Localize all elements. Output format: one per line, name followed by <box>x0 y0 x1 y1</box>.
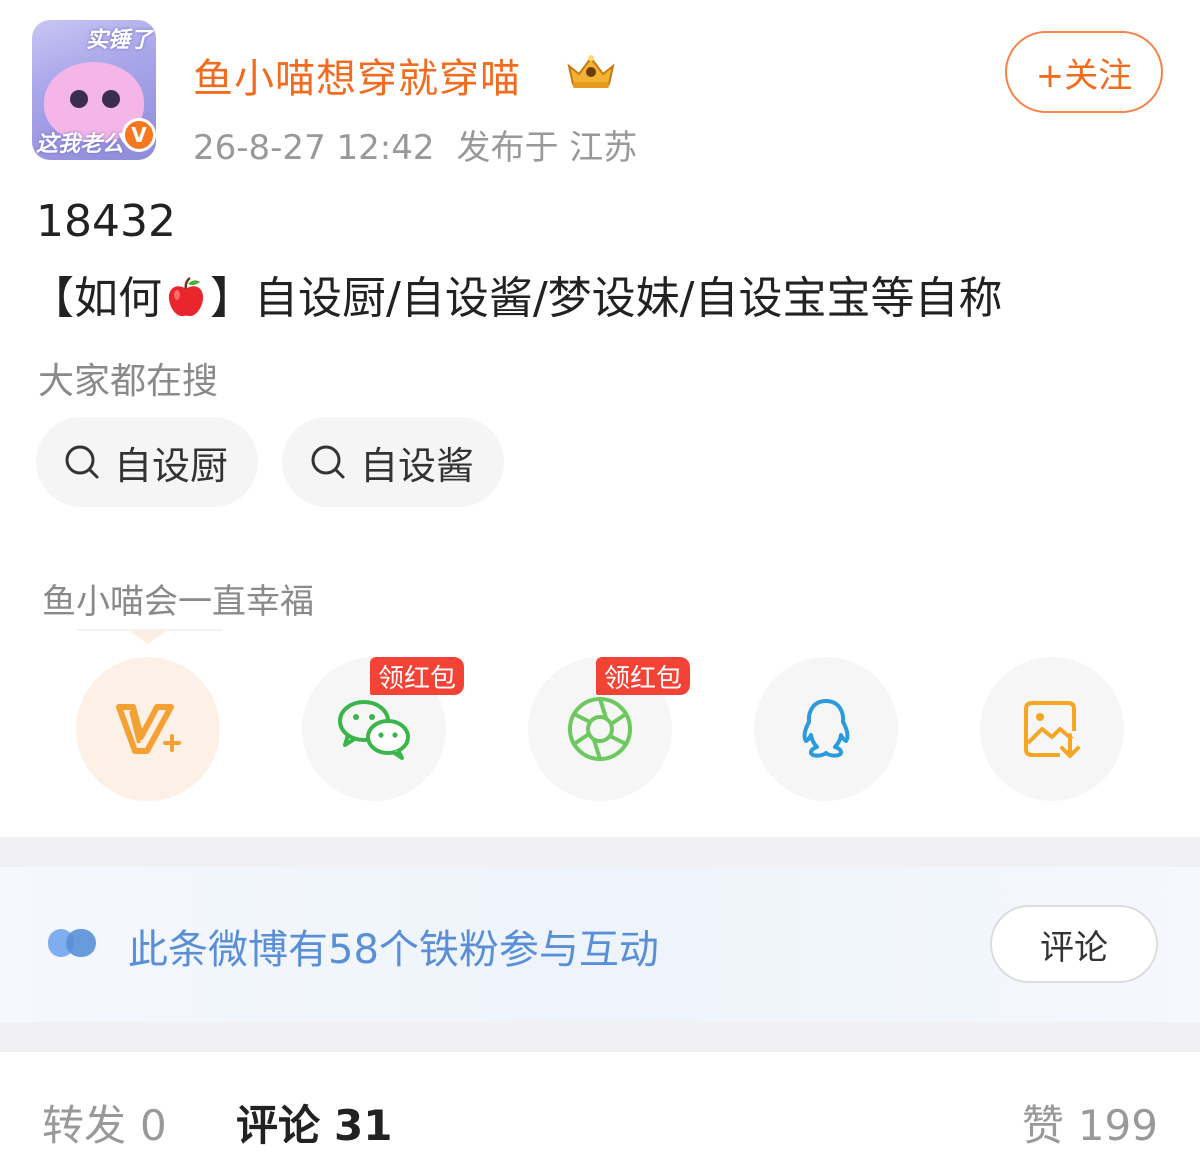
post-text-suffix: 】自设厨/自设酱/梦设妹/自设宝宝等自称 <box>210 273 1003 324</box>
tab-repost[interactable]: 转发 0 <box>42 1092 167 1153</box>
tab-comment[interactable]: 评论 31 <box>236 1092 392 1153</box>
fans-interaction-banner[interactable]: 此条微博有58个铁粉参与互动 评论 <box>0 867 1200 1022</box>
search-chip-label: 自设酱 <box>360 443 475 488</box>
search-icon <box>311 445 345 479</box>
post-timestamp: 26-8-27 12:42 <box>193 128 435 168</box>
post-text-line2: 【如何 】自设厨/自设酱/梦设妹/自设宝宝等自称 <box>30 262 1002 326</box>
section-divider <box>0 837 1200 867</box>
tab-label: 赞 <box>1021 1101 1064 1150</box>
avatar-caption-top: 实锤了 <box>85 27 152 53</box>
qq-icon <box>802 699 850 758</box>
vip-plus-icon <box>116 704 181 754</box>
post-meta: 26-8-27 12:42 发布于 江苏 <box>193 120 637 169</box>
redpacket-badge: 领红包 <box>596 657 691 695</box>
search-chip[interactable]: 自设厨 <box>36 417 258 507</box>
tab-like[interactable]: 赞 199 <box>1022 1092 1158 1153</box>
fans-banner-text: 此条微博有58个铁粉参与互动 <box>128 927 659 973</box>
fans-icon <box>48 929 96 957</box>
tab-label: 转发 <box>42 1101 127 1150</box>
save-image-button[interactable] <box>980 657 1124 801</box>
section-divider <box>0 1022 1200 1052</box>
username[interactable]: 鱼小喵想穿就穿喵 <box>193 46 521 104</box>
avatar-eye-left <box>70 90 88 108</box>
tab-count: 199 <box>1077 1101 1158 1150</box>
comment-button[interactable]: 评论 <box>990 905 1158 983</box>
apple-emoji-icon <box>168 276 204 317</box>
post-location: 发布于 江苏 <box>456 128 638 168</box>
tab-count: 31 <box>334 1101 393 1150</box>
tooltip-pointer <box>128 630 168 644</box>
avatar-caption-bottom: 这我老公 <box>36 131 125 157</box>
wechat-icon <box>338 700 410 760</box>
tab-count: 0 <box>140 1101 167 1150</box>
moments-icon <box>568 697 632 761</box>
tab-label: 评论 <box>236 1101 321 1150</box>
verified-badge-icon: V <box>122 118 156 152</box>
search-chip-label: 自设厨 <box>114 443 229 488</box>
share-qq-button[interactable] <box>754 657 898 801</box>
search-chip[interactable]: 自设酱 <box>282 417 504 507</box>
trending-search-title: 大家都在搜 <box>38 361 219 402</box>
post-text-line1: 18432 <box>36 196 176 247</box>
redpacket-badge: 领红包 <box>370 657 465 695</box>
crown-icon[interactable] <box>565 52 617 90</box>
post-text-prefix: 【如何 <box>30 273 162 324</box>
share-vip-button[interactable] <box>76 657 220 801</box>
search-icon <box>65 445 99 479</box>
avatar-eye-right <box>102 90 120 108</box>
weibo-post-page: 实锤了 这我老公 V 鱼小喵想穿就穿喵 26-8-27 12:42 发布于 江苏 … <box>0 0 1200 1162</box>
slogan-text: 鱼小喵会一直幸福 <box>42 582 314 622</box>
save-image-icon <box>1024 701 1080 758</box>
follow-button[interactable]: +关注 <box>1005 31 1163 113</box>
